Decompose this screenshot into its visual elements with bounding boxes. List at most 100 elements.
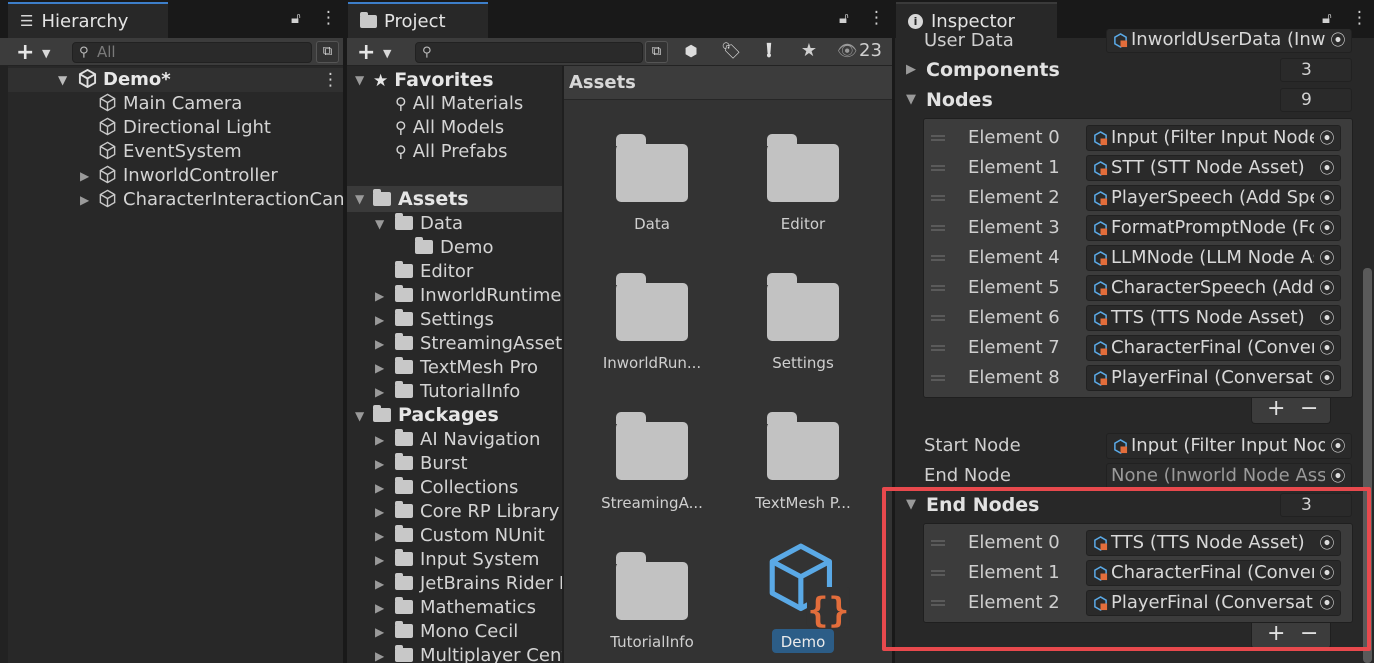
object-picker-icon[interactable]: ⦿ <box>1314 306 1340 330</box>
collapse-arrow-icon[interactable]: ▼ <box>355 68 364 92</box>
object-picker-icon[interactable]: ⦿ <box>1325 464 1351 488</box>
tree-folder[interactable]: StreamingAssets <box>395 332 562 356</box>
expand-arrow-icon[interactable]: ▶ <box>375 500 384 524</box>
scene-menu-icon[interactable]: ⋮ <box>322 70 339 90</box>
folder-icon[interactable] <box>767 134 839 202</box>
remove-element-button[interactable]: − <box>1300 398 1318 420</box>
expand-arrow-icon[interactable]: ▶ <box>375 332 384 356</box>
drag-handle-icon[interactable] <box>931 255 945 261</box>
assets-header[interactable]: Assets <box>373 186 469 212</box>
expand-arrow-icon[interactable]: ▶ <box>80 164 89 188</box>
node-object-field[interactable]: PlayerSpeech (Add Spee ⦿ <box>1086 185 1341 211</box>
tree-folder[interactable]: TextMesh Pro <box>395 356 538 380</box>
node-object-field[interactable]: PlayerFinal (Conversatio ⦿ <box>1086 365 1341 391</box>
tree-folder[interactable]: Demo <box>415 236 493 260</box>
asset-item-label[interactable]: StreamingA... <box>577 494 727 512</box>
node-object-field[interactable]: Input (Filter Input Node A ⦿ <box>1086 125 1341 151</box>
components-count-field[interactable]: 3 <box>1280 58 1352 82</box>
start-node-field[interactable]: Input (Filter Input Node ⦿ <box>1106 433 1352 459</box>
hierarchy-item[interactable]: Main Camera <box>98 92 242 116</box>
favorites-star-icon[interactable]: ★ <box>797 40 821 61</box>
object-picker-icon[interactable]: ⦿ <box>1314 126 1340 150</box>
package-folder[interactable]: Collections <box>395 476 518 500</box>
folder-icon[interactable] <box>767 412 839 480</box>
kebab-menu-icon[interactable]: ⋮ <box>320 8 337 28</box>
tab-hierarchy[interactable]: ☰ Hierarchy <box>8 2 168 38</box>
user-data-field[interactable]: InworldUserData (Inwo ⦿ <box>1106 29 1352 53</box>
drag-handle-icon[interactable] <box>931 165 945 171</box>
add-object-button[interactable]: + <box>16 40 34 65</box>
package-folder[interactable]: Multiplayer Cent <box>395 644 562 663</box>
node-object-field[interactable]: TTS (TTS Node Asset) ⦿ <box>1086 305 1341 331</box>
add-dropdown-icon[interactable]: ▼ <box>42 47 50 60</box>
asset-item-label[interactable]: Demo <box>728 633 878 651</box>
collapse-arrow-icon[interactable]: ▼ <box>355 404 364 428</box>
project-search-input[interactable]: ⚲ <box>415 42 643 63</box>
lock-icon[interactable]: 🔓︎ <box>1322 9 1332 27</box>
node-object-field[interactable]: LLMNode (LLM Node As ⦿ <box>1086 245 1341 271</box>
expand-arrow-icon[interactable]: ▶ <box>375 620 384 644</box>
hierarchy-search-input[interactable]: ⚲ All <box>72 42 312 63</box>
package-folder[interactable]: AI Navigation <box>395 428 540 452</box>
tree-folder[interactable]: Data <box>395 212 463 236</box>
collapse-arrow-icon[interactable]: ▼ <box>906 88 916 112</box>
create-asset-button[interactable]: + <box>357 40 375 65</box>
drag-handle-icon[interactable] <box>931 315 945 321</box>
expand-arrow-icon[interactable]: ▶ <box>375 572 384 596</box>
scene-expand-arrow[interactable]: ▼ <box>58 68 67 92</box>
expand-arrow-icon[interactable]: ▶ <box>375 524 384 548</box>
hierarchy-item[interactable]: EventSystem <box>98 140 242 164</box>
tree-folder[interactable]: InworldRuntime <box>395 284 561 308</box>
package-folder[interactable]: Burst <box>395 452 468 476</box>
package-folder[interactable]: Input System <box>395 548 539 572</box>
object-picker-icon[interactable]: ⦿ <box>1314 366 1340 390</box>
scene-row[interactable]: Demo* <box>78 68 171 92</box>
favorite-item[interactable]: ⚲ All Models <box>395 116 504 140</box>
expand-arrow-icon[interactable]: ▶ <box>375 548 384 572</box>
tree-folder[interactable]: TutorialInfo <box>395 380 520 404</box>
object-picker-icon[interactable]: ⦿ <box>1314 336 1340 360</box>
components-label[interactable]: Components <box>926 59 1060 81</box>
favorite-item[interactable]: ⚲ All Materials <box>395 92 523 116</box>
package-folder[interactable]: Mathematics <box>395 596 536 620</box>
node-object-field[interactable]: STT (STT Node Asset) ⦿ <box>1086 155 1341 181</box>
filter-by-log-icon[interactable]: ❗︎ <box>757 40 781 64</box>
expand-arrow-icon[interactable]: ▶ <box>375 644 384 663</box>
package-folder[interactable]: Mono Cecil <box>395 620 518 644</box>
expand-arrow-icon[interactable]: ▶ <box>375 476 384 500</box>
filter-by-label-icon[interactable]: 🏷︎ <box>719 41 743 61</box>
node-object-field[interactable]: CharacterSpeech (Add S ⦿ <box>1086 275 1341 301</box>
asset-item-label[interactable]: TutorialInfo <box>577 633 727 651</box>
object-picker-icon[interactable]: ⦿ <box>1314 156 1340 180</box>
add-element-button[interactable]: + <box>1267 398 1285 420</box>
expand-arrow-icon[interactable]: ▶ <box>80 188 89 212</box>
object-picker-icon[interactable]: ⦿ <box>1314 276 1340 300</box>
folder-icon[interactable] <box>767 273 839 341</box>
expand-arrow-icon[interactable]: ▶ <box>375 356 384 380</box>
tab-project[interactable]: Project <box>348 2 488 38</box>
create-dropdown-icon[interactable]: ▼ <box>383 47 391 60</box>
asset-item-label[interactable]: TextMesh P... <box>728 494 878 512</box>
object-picker-icon[interactable]: ⦿ <box>1314 216 1340 240</box>
drag-handle-icon[interactable] <box>931 135 945 141</box>
collapse-arrow-icon[interactable]: ▼ <box>355 187 364 211</box>
lock-icon[interactable]: 🔓︎ <box>839 9 849 27</box>
folder-icon[interactable] <box>616 134 688 202</box>
hierarchy-item[interactable]: Directional Light <box>98 116 271 140</box>
package-folder[interactable]: JetBrains Rider E <box>395 572 562 596</box>
hierarchy-item[interactable]: InworldController <box>98 164 278 188</box>
expand-arrow-icon[interactable]: ▶ <box>375 284 384 308</box>
lock-icon[interactable]: 🔓︎ <box>291 9 301 27</box>
folder-icon[interactable] <box>616 273 688 341</box>
expand-arrow-icon[interactable]: ▶ <box>375 380 384 404</box>
asset-item-label[interactable]: InworldRun... <box>577 354 727 372</box>
node-object-field[interactable]: CharacterFinal (Convers ⦿ <box>1086 335 1341 361</box>
end-node-field[interactable]: None (Inworld Node Asse ⦿ <box>1106 463 1352 489</box>
asset-item-label[interactable]: Data <box>577 215 727 233</box>
object-picker-icon[interactable]: ⦿ <box>1314 186 1340 210</box>
drag-handle-icon[interactable] <box>931 375 945 381</box>
object-picker-icon[interactable]: ⦿ <box>1325 29 1351 51</box>
drag-handle-icon[interactable] <box>931 225 945 231</box>
filter-by-type-icon[interactable]: ⬢ <box>679 42 703 62</box>
expand-arrow-icon[interactable]: ▶ <box>375 596 384 620</box>
